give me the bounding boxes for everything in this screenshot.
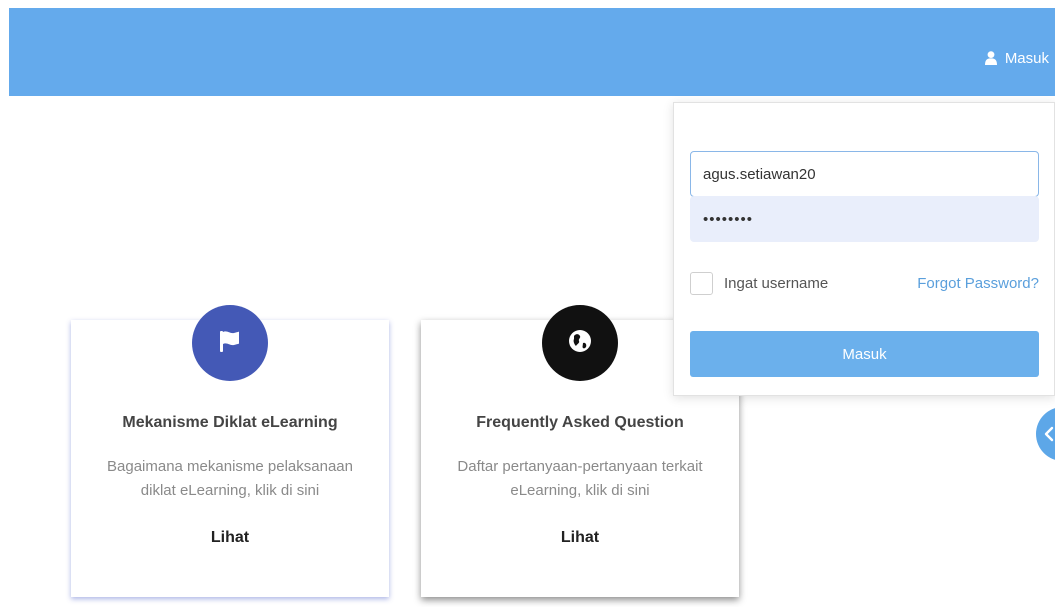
- card-icon-circle: [542, 305, 618, 381]
- card-view-link[interactable]: Lihat: [71, 529, 389, 547]
- globe-icon: [568, 329, 592, 358]
- card-description: Daftar pertanyaan-pertanyaan terkait eLe…: [457, 458, 703, 499]
- card-view-link[interactable]: Lihat: [421, 529, 739, 547]
- remember-checkbox[interactable]: [690, 272, 713, 295]
- remember-row: Ingat username Forgot Password?: [690, 272, 1039, 296]
- forgot-password-link[interactable]: Forgot Password?: [917, 275, 1039, 292]
- nav-login-label: Masuk: [1004, 49, 1049, 67]
- password-input[interactable]: ••••••••: [690, 196, 1039, 242]
- top-navbar: Masuk: [9, 8, 1055, 96]
- card-icon-circle: [192, 305, 268, 381]
- flag-icon: [218, 329, 242, 358]
- card-title: Mekanisme Diklat eLearning: [122, 414, 338, 431]
- card-title: Frequently Asked Question: [476, 414, 684, 431]
- nav-login-button[interactable]: Masuk: [984, 48, 1049, 68]
- card-mekanisme: Mekanisme Diklat eLearning Bagaimana mek…: [71, 305, 389, 597]
- username-input[interactable]: agus.setiawan20: [690, 151, 1039, 197]
- remember-label: Ingat username: [724, 275, 829, 292]
- card-description: Bagaimana mekanisme pelaksanaan diklat e…: [107, 458, 353, 499]
- login-submit-button[interactable]: Masuk: [690, 331, 1039, 377]
- side-toggle-button[interactable]: [1036, 407, 1055, 461]
- user-icon: [984, 51, 997, 65]
- login-dropdown-panel: agus.setiawan20 •••••••• Ingat username …: [673, 102, 1055, 396]
